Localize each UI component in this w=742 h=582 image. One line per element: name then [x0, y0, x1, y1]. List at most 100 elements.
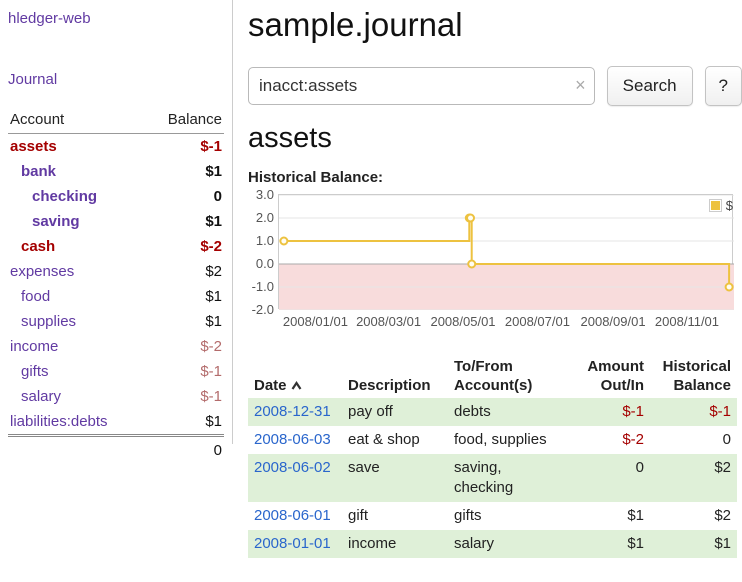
account-row: cash $-2 — [8, 234, 224, 259]
account-link[interactable]: expenses — [10, 263, 74, 280]
transaction-amount: 0 — [576, 454, 650, 502]
account-name-cell: assets — [8, 134, 145, 160]
account-row: expenses $2 — [8, 259, 224, 284]
transaction-date-cell: 2008-12-31 — [248, 398, 342, 426]
accounts-total-row: 0 — [8, 436, 224, 464]
search-input[interactable] — [248, 67, 595, 105]
page-title: sample.journal — [248, 6, 742, 44]
account-balance: $2 — [145, 259, 224, 284]
sidebar: hledger-web Journal Account Balance asse… — [0, 0, 233, 444]
app-brand-link[interactable]: hledger-web — [8, 10, 224, 27]
register-header-date-label: Date — [254, 377, 287, 394]
account-row: food $1 — [8, 284, 224, 309]
account-row: gifts$-1 — [8, 359, 224, 384]
transaction-date-link[interactable]: 2008-06-03 — [254, 431, 331, 448]
transaction-row: 2008-06-01giftgifts$1$2 — [248, 502, 737, 530]
sort-caret-icon — [290, 380, 303, 391]
transaction-accounts: food, supplies — [448, 426, 576, 454]
account-name-cell: bank — [8, 159, 145, 184]
account-link[interactable]: assets — [10, 138, 57, 155]
sidebar-nav: Journal — [8, 71, 224, 88]
account-row: income$-2 — [8, 334, 224, 359]
data-point-marker — [726, 284, 733, 291]
transaction-balance: $-1 — [650, 398, 737, 426]
account-balance: 0 — [145, 184, 224, 209]
transaction-date-cell: 2008-06-03 — [248, 426, 342, 454]
transaction-date-link[interactable]: 2008-06-02 — [254, 459, 331, 476]
account-balance: $1 — [145, 209, 224, 234]
register-header-row: Date Description To/From Account(s) Amou… — [248, 354, 737, 398]
main-content: sample.journal × Search ? assets Histori… — [248, 0, 742, 558]
data-point-marker — [468, 261, 475, 268]
accounts-header-account: Account — [8, 109, 145, 134]
account-row: bank$1 — [8, 159, 224, 184]
legend-swatch-box — [709, 199, 722, 212]
account-row: checking 0 — [8, 184, 224, 209]
y-tick-label: 1.0 — [248, 233, 274, 248]
data-point-marker — [280, 238, 287, 245]
account-row: assets$-1 — [8, 134, 224, 160]
register-table: Date Description To/From Account(s) Amou… — [248, 354, 737, 558]
transaction-date-link[interactable]: 2008-06-01 — [254, 507, 331, 524]
chart-legend: $ — [709, 198, 733, 213]
transaction-accounts: debts — [448, 398, 576, 426]
chart-x-axis: 2008/01/012008/03/012008/05/012008/07/01… — [248, 314, 740, 330]
account-link[interactable]: cash — [21, 238, 55, 255]
account-link[interactable]: saving — [32, 213, 80, 230]
transaction-amount: $1 — [576, 530, 650, 558]
transaction-accounts: saving, checking — [448, 454, 576, 502]
account-name-cell: supplies — [8, 309, 145, 334]
account-name-cell: cash — [8, 234, 145, 259]
account-link[interactable]: income — [10, 338, 58, 355]
x-tick-label: 2008/07/01 — [505, 314, 578, 329]
x-tick-label: 2008/11/01 — [655, 314, 728, 329]
legend-color-swatch-icon — [711, 201, 720, 210]
account-link[interactable]: food — [21, 288, 50, 305]
register-header-date[interactable]: Date — [248, 354, 342, 398]
transaction-amount: $-2 — [576, 426, 650, 454]
transaction-balance: 0 — [650, 426, 737, 454]
account-name-cell: income — [8, 334, 145, 359]
account-name-cell: liabilities:debts — [8, 409, 145, 436]
search-button[interactable]: Search — [607, 66, 693, 106]
register-header-amount: Amount Out/In — [576, 354, 650, 398]
account-link[interactable]: supplies — [21, 313, 76, 330]
transaction-date-link[interactable]: 2008-01-01 — [254, 535, 331, 552]
account-balance: $1 — [145, 284, 224, 309]
transaction-description: gift — [342, 502, 448, 530]
account-balance: $1 — [145, 309, 224, 334]
account-balance: $-2 — [145, 234, 224, 259]
account-link[interactable]: salary — [21, 388, 61, 405]
chart-section-label: Historical Balance: — [248, 169, 742, 186]
account-row: salary$-1 — [8, 384, 224, 409]
account-link[interactable]: gifts — [21, 363, 49, 380]
account-row: supplies $1 — [8, 309, 224, 334]
x-tick-label: 2008/05/01 — [430, 314, 503, 329]
search-box: × — [248, 67, 595, 105]
account-link[interactable]: liabilities:debts — [10, 413, 108, 430]
transaction-balance: $1 — [650, 530, 737, 558]
account-heading: assets — [248, 122, 742, 155]
transaction-amount: $-1 — [576, 398, 650, 426]
transaction-description: eat & shop — [342, 426, 448, 454]
clear-search-icon[interactable]: × — [575, 75, 586, 96]
y-tick-label: -1.0 — [248, 279, 274, 294]
account-link[interactable]: checking — [32, 188, 97, 205]
transaction-balance: $2 — [650, 454, 737, 502]
transaction-accounts: salary — [448, 530, 576, 558]
transaction-balance: $2 — [650, 502, 737, 530]
y-tick-label: 0.0 — [248, 256, 274, 271]
transaction-date-link[interactable]: 2008-12-31 — [254, 403, 331, 420]
help-button[interactable]: ? — [705, 66, 742, 106]
historical-balance-chart: 3.02.01.00.0-1.0-2.0 2008/01/012008/03/0… — [248, 192, 740, 332]
nav-journal-link[interactable]: Journal — [8, 71, 57, 88]
account-balance: $1 — [145, 409, 224, 436]
account-name-cell: expenses — [8, 259, 145, 284]
account-link[interactable]: bank — [21, 163, 56, 180]
data-point-marker — [467, 215, 474, 222]
transaction-row: 2008-06-03 eat & shopfood, supplies$-20 — [248, 426, 737, 454]
legend-label: $ — [726, 198, 733, 213]
account-name-cell: salary — [8, 384, 145, 409]
transaction-amount: $1 — [576, 502, 650, 530]
transaction-row: 2008-01-01incomesalary$1$1 — [248, 530, 737, 558]
